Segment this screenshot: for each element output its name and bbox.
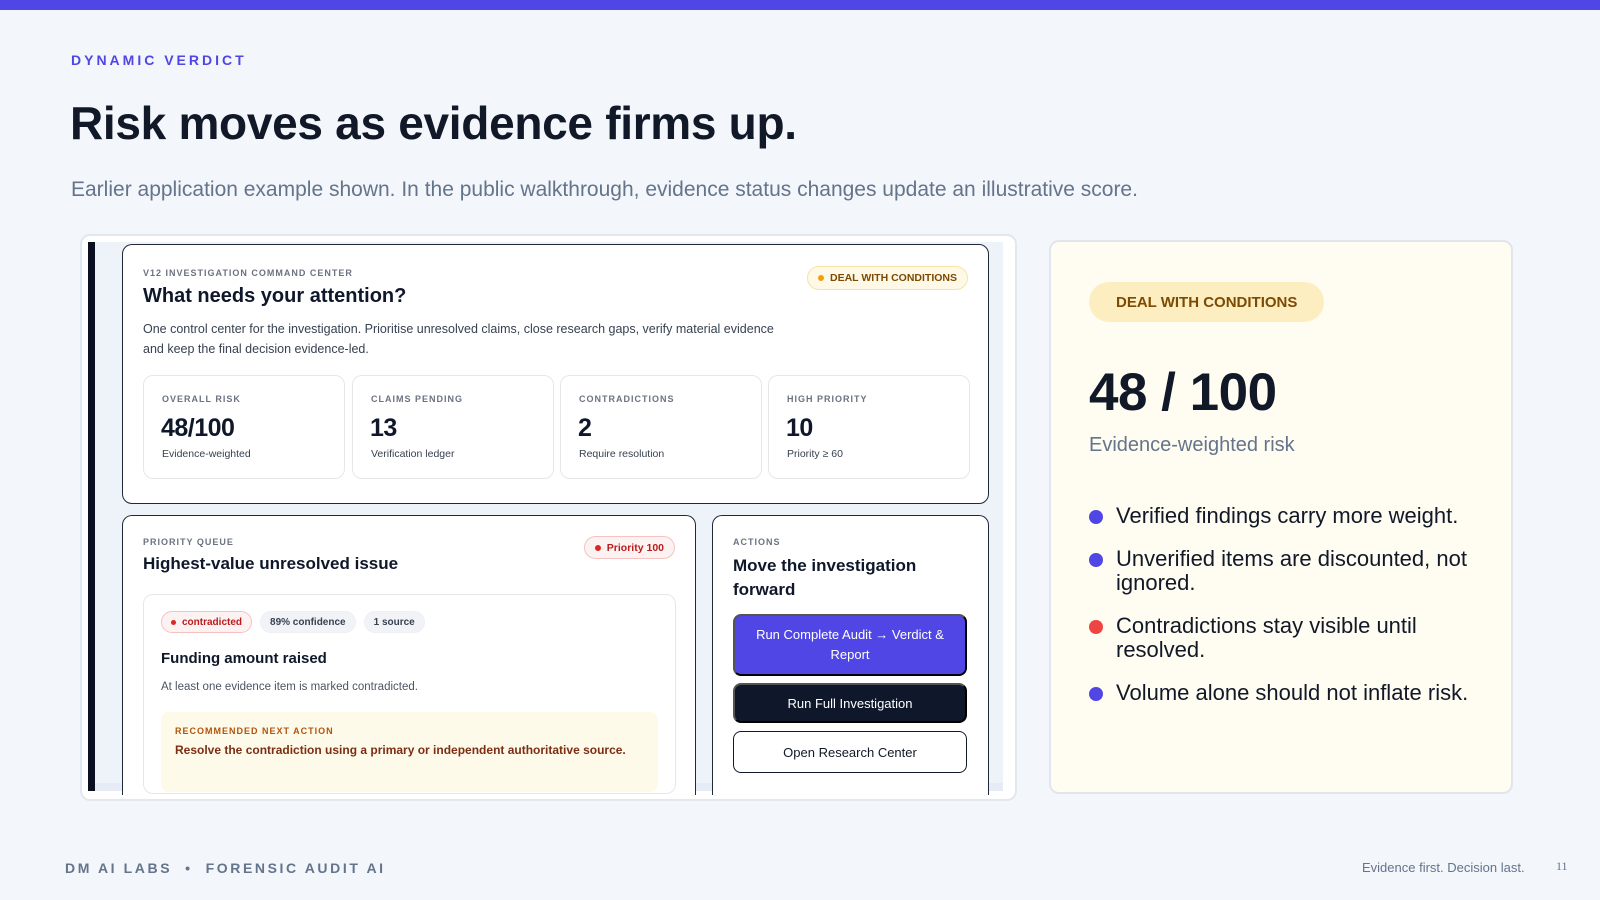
chip-contradicted: contradicted (161, 611, 253, 633)
open-research-center-button[interactable]: Open Research Center (733, 731, 967, 773)
actions-heading: Move the investigation forward (733, 556, 917, 599)
status-dot-icon (818, 275, 825, 281)
footer-tagline: Evidence first. Decision last. (1362, 860, 1525, 875)
command-center-card: V12 INVESTIGATION COMMAND CENTER What ne… (122, 244, 989, 504)
principle-item: Contradictions stay visible until resolv… (1089, 614, 1489, 662)
priority-queue-card: PRIORITY QUEUE Highest-value unresolved … (122, 515, 696, 795)
principle-item: Unverified items are discounted, not ign… (1089, 547, 1489, 595)
app-screenshot: V12 INVESTIGATION COMMAND CENTER What ne… (80, 234, 1017, 801)
bullet-dot-icon (1089, 620, 1103, 634)
slide-eyebrow: DYNAMIC VERDICT (71, 52, 247, 68)
command-center-description: One control center for the investigation… (143, 322, 774, 356)
principle-item: Volume alone should not inflate risk. (1089, 681, 1489, 705)
actions-card: ACTIONS Move the investigation forward R… (712, 515, 989, 795)
priority-queue-label: PRIORITY QUEUE (143, 537, 234, 547)
metric-overall-risk[interactable]: OVERALL RISK 48/100 Evidence-weighted (143, 375, 345, 479)
command-center-heading: What needs your attention? (143, 285, 407, 307)
contradicted-dot-icon (171, 619, 176, 625)
sidebar-rail (88, 242, 95, 791)
slide-title: Risk moves as evidence firms up. (70, 97, 797, 149)
bullet-dot-icon (1089, 510, 1103, 524)
bullet-dot-icon (1089, 553, 1103, 567)
accent-top-bar (0, 0, 1600, 10)
actions-label: ACTIONS (733, 537, 781, 547)
chip-sources: 1 source (363, 611, 425, 633)
recommended-action-box: RECOMMENDED NEXT ACTION Resolve the cont… (161, 712, 658, 792)
priority-queue-heading: Highest-value unresolved issue (143, 554, 399, 573)
risk-score-label: Evidence-weighted risk (1089, 434, 1295, 456)
chip-confidence: 89% confidence (260, 611, 356, 633)
run-complete-audit-button[interactable]: Run Complete Audit → Verdict & Report (733, 614, 967, 676)
issue-card[interactable]: contradicted 89% confidence 1 source Fun… (143, 594, 676, 794)
slide-subtitle: Earlier application example shown. In th… (71, 178, 1138, 201)
page-number: 11 (1556, 859, 1568, 873)
metric-claims-pending[interactable]: CLAIMS PENDING 13 Verification ledger (352, 375, 554, 479)
principles-list: Verified findings carry more weight. Unve… (1089, 504, 1489, 724)
metric-contradictions[interactable]: CONTRADICTIONS 2 Require resolution (560, 375, 762, 479)
recommended-action-label: RECOMMENDED NEXT ACTION (175, 726, 334, 736)
verdict-panel: DEAL WITH CONDITIONS 48 / 100 Evidence-w… (1049, 240, 1513, 794)
bullet-dot-icon (1089, 687, 1103, 701)
principle-item: Verified findings carry more weight. (1089, 504, 1489, 528)
priority-dot-icon (594, 544, 601, 551)
command-center-label: V12 INVESTIGATION COMMAND CENTER (143, 268, 353, 278)
footer-brand: DM AI LABS • FORENSIC AUDIT AI (65, 860, 386, 876)
issue-description: At least one evidence item is marked con… (161, 681, 418, 693)
issue-chips: contradicted 89% confidence 1 source (161, 611, 425, 633)
run-full-investigation-button[interactable]: Run Full Investigation (733, 683, 967, 723)
verdict-badge: DEAL WITH CONDITIONS (1089, 282, 1325, 322)
verdict-status-badge: DEAL WITH CONDITIONS (807, 266, 968, 290)
priority-badge: Priority 100 (583, 536, 675, 559)
issue-title: Funding amount raised (161, 650, 327, 667)
risk-score: 48 / 100 (1089, 363, 1277, 422)
recommended-action-text: Resolve the contradiction using a primar… (175, 743, 626, 757)
metric-high-priority[interactable]: HIGH PRIORITY 10 Priority ≥ 60 (768, 375, 970, 479)
